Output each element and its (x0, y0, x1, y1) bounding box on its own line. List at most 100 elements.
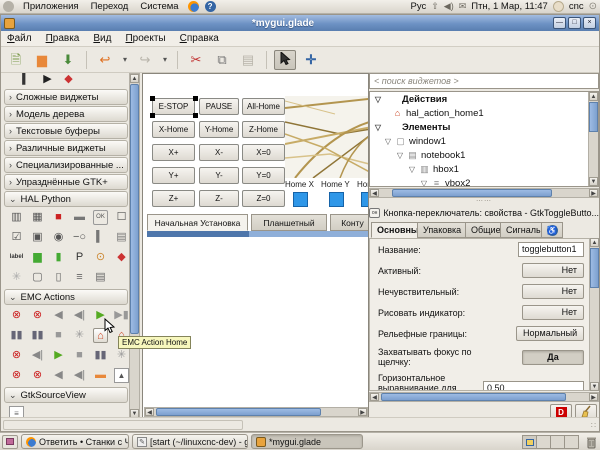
emc-spindle-2-icon[interactable]: ✳ (114, 348, 129, 363)
emc-run-2-icon[interactable]: ▶ (51, 348, 66, 363)
trash-icon[interactable] (585, 435, 598, 449)
menu-projects[interactable]: Проекты (125, 33, 165, 44)
emc-speaker-icon[interactable]: ◀ (51, 308, 66, 323)
titlebar[interactable]: *mygui.glade — □ × (1, 15, 599, 31)
clock[interactable]: Птн, 1 Мар, 11:47 (471, 1, 548, 12)
section-misc-widgets[interactable]: Различные виджеты (4, 140, 128, 156)
close-button[interactable]: × (583, 17, 596, 29)
show-desktop-button[interactable] (2, 434, 18, 449)
prop-name-entry[interactable]: togglebutton1 (518, 242, 584, 257)
emc-stop-2-icon[interactable]: ■ (72, 348, 87, 363)
task-editor[interactable]: ✎ [start (~/linuxcnc-dev) - g... (132, 434, 248, 449)
prop-indicator-toggle[interactable]: Нет (522, 305, 584, 320)
tree-row-window1[interactable]: ▽ ▢ window1 (370, 134, 598, 148)
tree-hscrollbar-thumb[interactable] (392, 189, 552, 197)
help-launcher-icon[interactable]: ? (204, 1, 216, 12)
design-tab-planshet[interactable]: Планшетный (251, 214, 327, 231)
pane-resize-grip[interactable]: ⋯⋯ (369, 198, 599, 206)
new-file-icon[interactable]: 🗎 (5, 50, 27, 70)
hal-vbox-icon[interactable]: ▥ (9, 210, 24, 225)
design-image[interactable] (285, 96, 369, 178)
panel-menu-applications[interactable]: Приложения (20, 1, 82, 12)
design-button-yminus[interactable]: Y- (199, 167, 239, 184)
properties-vscrollbar[interactable]: ▲ ▼ (589, 238, 599, 391)
design-canvas[interactable]: E-STOP PAUSE All-Home X-Home Y-Home Z-Ho… (142, 73, 369, 419)
design-button-xplus[interactable]: X+ (152, 144, 195, 161)
emc-spindle-icon[interactable]: ✳ (72, 328, 87, 343)
hal-jogwheel-icon[interactable]: P (72, 250, 87, 265)
hal-check-entry-icon[interactable]: ☐ (114, 210, 129, 225)
emc-stop-icon[interactable]: ■ (51, 328, 66, 343)
design-button-yhome[interactable]: Y-Home (199, 121, 239, 138)
emc-estop-2-icon[interactable]: ⊗ (30, 308, 45, 323)
canvas-hscrollbar[interactable]: ◀ ▶ (144, 407, 368, 417)
widget-tree[interactable]: ▽ Действия ⌂ hal_action_home1 ▽ Элементы… (369, 91, 599, 187)
minimize-button[interactable]: — (553, 17, 566, 29)
emc-run-skip-icon[interactable]: ▶▮ (114, 308, 129, 323)
selection-handle[interactable] (193, 96, 198, 101)
design-button-yzero[interactable]: Y=0 (242, 167, 285, 184)
properties-vscrollbar-thumb[interactable] (590, 248, 599, 288)
hal-list-icon[interactable]: ▤ (93, 270, 108, 285)
hal-textview-icon[interactable]: ≡ (72, 270, 87, 285)
hal-ok-button-icon[interactable]: OK (93, 210, 108, 225)
workspace-2[interactable] (536, 434, 551, 449)
arrow-tool-icon[interactable]: ▶ (40, 73, 55, 87)
section-tree-model[interactable]: Модель дерева (4, 106, 128, 122)
hal-glade-custom-icon[interactable]: ◆ (114, 250, 129, 265)
glade-widget-icon[interactable]: ◆ (61, 73, 76, 87)
workspace-1[interactable] (522, 434, 537, 449)
expander-icon[interactable]: ▽ (384, 137, 392, 146)
emc-plug-2-icon[interactable]: ◀| (30, 348, 45, 363)
distro-logo-icon[interactable] (3, 1, 14, 12)
save-icon[interactable]: ⬇ (57, 50, 79, 70)
prop-insensitive-toggle[interactable]: Нет (522, 284, 584, 299)
design-tab-start[interactable]: Начальная Установка (147, 214, 248, 231)
user-avatar[interactable] (552, 1, 564, 12)
volume-icon[interactable]: ◀) (444, 1, 454, 12)
selection-handle[interactable] (150, 96, 155, 101)
undo-icon[interactable]: ↩ (94, 50, 116, 70)
menu-file[interactable]: Файл (7, 33, 32, 44)
task-firefox[interactable]: Ответить • Станки с ЧП... (21, 434, 129, 449)
prop-relief-select[interactable]: Нормальный (516, 326, 584, 341)
props-tab-accessibility[interactable]: ♿ (541, 222, 563, 238)
design-button-xminus[interactable]: X- (199, 144, 239, 161)
drag-resize-icon[interactable]: ✛ (300, 50, 322, 70)
design-button-zplus[interactable]: Z+ (152, 190, 195, 207)
tree-row-actions[interactable]: ▽ Действия (370, 92, 598, 106)
design-led-y[interactable] (329, 192, 344, 207)
tree-row-vbox2[interactable]: ▽ ≡ vbox2 (370, 176, 598, 187)
section-hal-python[interactable]: HAL Python (4, 191, 128, 207)
selection-handle[interactable] (150, 113, 155, 118)
palette-scrollbar-thumb[interactable] (130, 84, 139, 334)
selection-handle[interactable] (193, 113, 198, 118)
resize-grip[interactable]: ∷ (591, 421, 597, 430)
props-tab-packing[interactable]: Упаковка (417, 222, 468, 238)
paste-icon[interactable]: ▤ (237, 50, 259, 70)
cut-icon[interactable]: ✂ (185, 50, 207, 70)
menu-view[interactable]: Вид (93, 33, 111, 44)
section-emc-actions[interactable]: EMC Actions (4, 289, 128, 305)
canvas-hscrollbar-thumb[interactable] (156, 408, 321, 416)
emc-estop-4-icon[interactable]: ⊗ (9, 368, 24, 383)
layout-flag-icon[interactable]: ⇧ (431, 1, 439, 12)
undo-menu-icon[interactable]: ▾ (120, 50, 130, 70)
design-tab-kontur[interactable]: Конту (330, 214, 368, 231)
separator-tool-icon[interactable]: ▍ (19, 73, 34, 87)
properties-hscrollbar[interactable]: ◀ ▶ (369, 392, 599, 402)
tree-vscrollbar-thumb[interactable] (589, 102, 598, 132)
properties-hscrollbar-thumb[interactable] (381, 393, 566, 401)
hal-entry-icon[interactable]: ▯ (51, 270, 66, 285)
redo-menu-icon[interactable]: ▾ (160, 50, 170, 70)
tree-row-hbox1[interactable]: ▽ ▥ hbox1 (370, 162, 598, 176)
select-mode-icon[interactable] (274, 49, 296, 70)
design-button-zhome[interactable]: Z-Home (242, 121, 285, 138)
hal-progress-icon[interactable]: ▤ (114, 230, 129, 245)
prop-active-toggle[interactable]: Нет (522, 263, 584, 278)
prop-focus-toggle[interactable]: Да (522, 349, 584, 365)
emc-plug-icon[interactable]: ◀| (72, 308, 87, 323)
expander-icon[interactable]: ▽ (374, 95, 382, 104)
menu-help[interactable]: Справка (180, 33, 219, 44)
task-glade[interactable]: *mygui.glade (251, 434, 363, 449)
